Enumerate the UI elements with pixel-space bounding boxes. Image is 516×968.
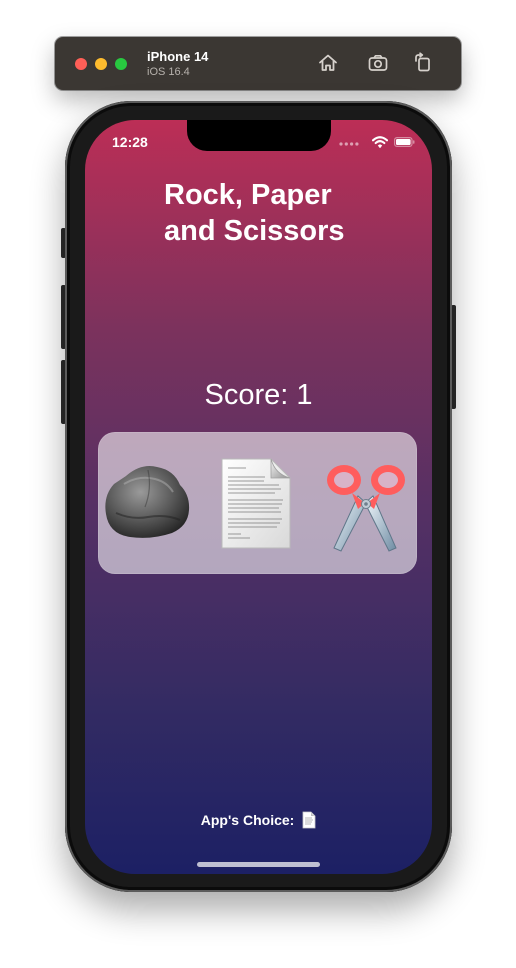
simulator-toolbar: iPhone 14 iOS 16.4 — [55, 37, 461, 90]
device-name: iPhone 14 — [147, 49, 209, 64]
paper-icon — [302, 811, 316, 829]
scissors-button[interactable] — [318, 446, 414, 560]
app-choice-row: App's Choice: — [85, 811, 432, 829]
rotate-icon[interactable] — [412, 51, 436, 75]
notch — [187, 120, 331, 151]
signal-dots-icon — [339, 142, 359, 146]
minimize-window-button[interactable] — [95, 58, 107, 70]
zoom-window-button[interactable] — [115, 58, 127, 70]
wifi-icon — [372, 136, 388, 148]
score-label: Score: 1 — [204, 379, 313, 411]
paper-button[interactable] — [209, 446, 305, 560]
paper-icon — [221, 458, 291, 549]
app-screen: 12:28 Rock, Paper and Scissors Score: 1 — [85, 120, 432, 874]
home-icon[interactable] — [316, 51, 340, 75]
battery-icon — [394, 137, 415, 147]
app-title: Rock, Paper and Scissors — [164, 179, 345, 247]
close-window-button[interactable] — [75, 58, 87, 70]
os-version: iOS 16.4 — [147, 66, 190, 78]
screenshot-icon[interactable] — [366, 51, 390, 75]
rock-icon — [105, 466, 190, 538]
scissors-icon — [327, 465, 405, 552]
status-time: 12:28 — [112, 134, 148, 150]
page: iPhone 14 iOS 16.4 12:28 Rock, Paper and… — [0, 0, 516, 968]
rock-button[interactable] — [100, 446, 196, 560]
choice-panel — [98, 432, 417, 574]
home-indicator[interactable] — [197, 862, 320, 867]
app-choice-label: App's Choice: — [200, 812, 295, 828]
